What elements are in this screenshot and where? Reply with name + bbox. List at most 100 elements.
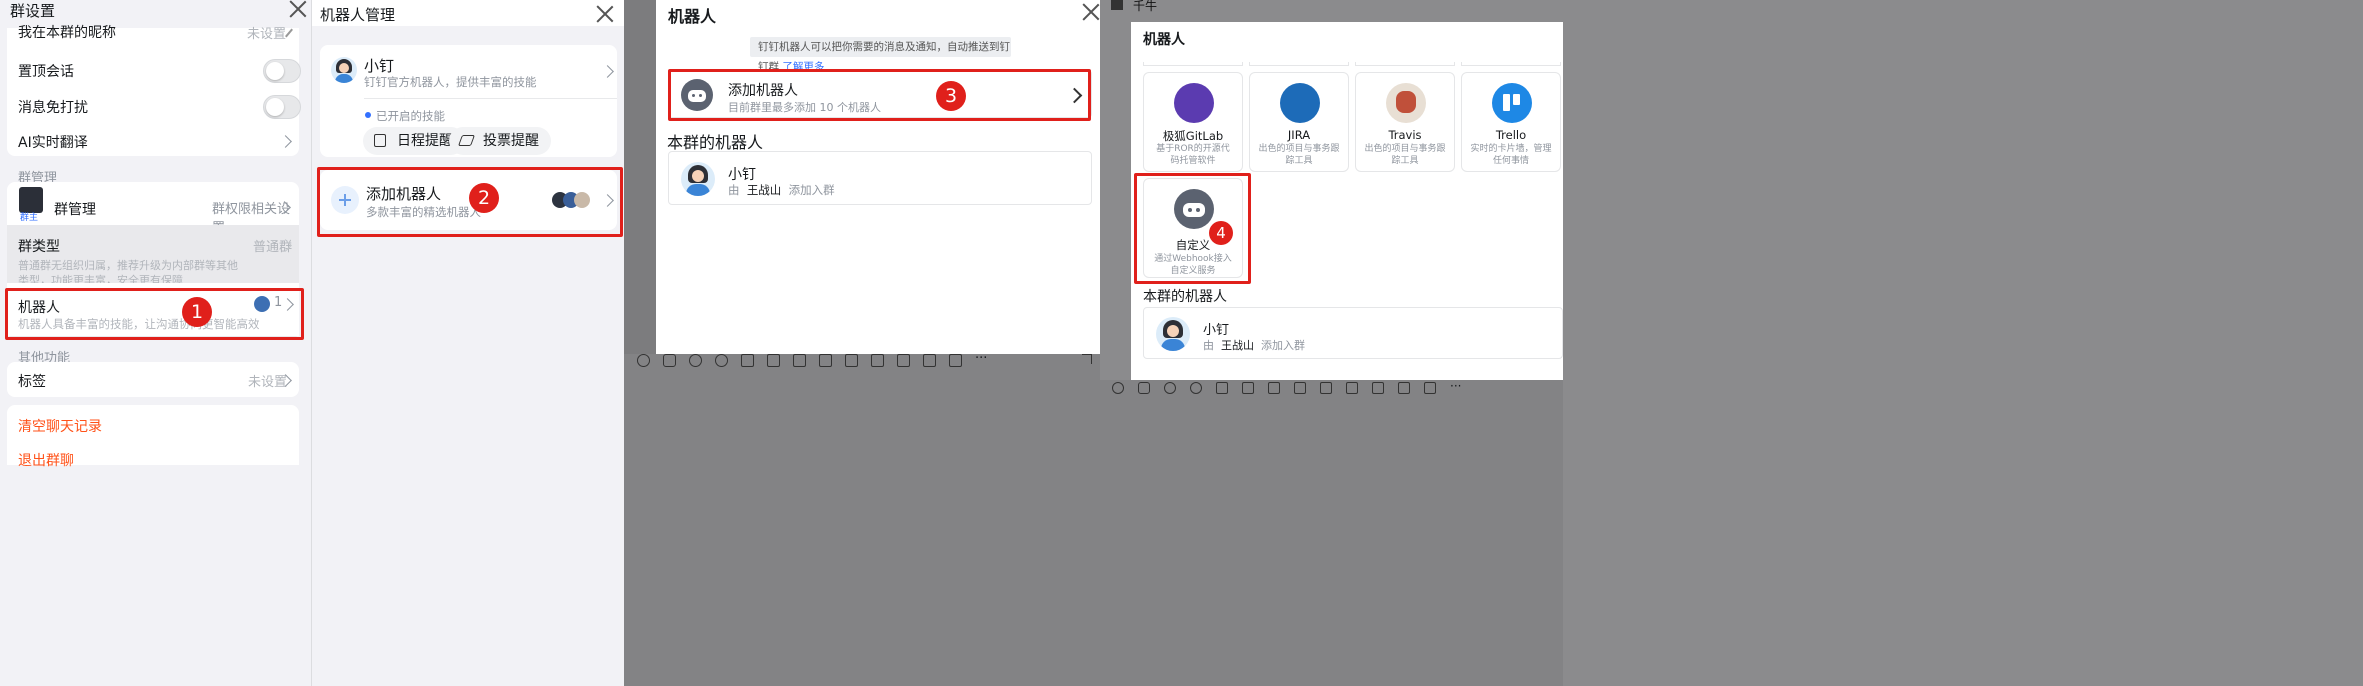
tile-desc: 出色的项目与事务跟踪工具: [1364, 144, 1446, 166]
dialog-title: 机器人: [668, 7, 717, 26]
robot-dialog: 机器人 钉钉机器人可以把你需要的消息及通知，自动推送到钉钉群 了解更多 添加机器…: [656, 0, 1100, 354]
mail-icon[interactable]: [1424, 382, 1436, 394]
video-icon[interactable]: [897, 354, 910, 367]
chat-toolbar: ···: [634, 352, 1094, 372]
live-icon[interactable]: [1398, 382, 1410, 394]
bot-name: 小钉: [728, 167, 756, 183]
image-icon[interactable]: [1242, 382, 1254, 394]
tile-travis[interactable]: Travis 出色的项目与事务跟踪工具: [1355, 72, 1455, 172]
live-icon[interactable]: [923, 354, 936, 367]
group-bot-row[interactable]: 小钉 由 王战山 添加入群: [668, 151, 1092, 205]
scissors-icon[interactable]: [689, 354, 702, 367]
step-badge-1: 1: [182, 297, 212, 327]
bot-meta: 由 王战山 添加入群: [728, 183, 835, 197]
type-label: 群类型: [18, 239, 60, 255]
trello-icon: [1492, 83, 1532, 123]
bot-name: 小钉: [1203, 323, 1230, 338]
enabled-skills-label: 已开启的技能: [376, 109, 445, 123]
file-icon[interactable]: [1268, 382, 1280, 394]
group-settings-panel: 群设置 我在本群的昵称 未设置 置顶会话 消息免打扰 AI实时翻译 群管理 群主…: [0, 0, 311, 686]
more-icon[interactable]: ···: [975, 352, 988, 367]
todo-icon[interactable]: [845, 354, 858, 367]
travis-icon: [1386, 83, 1426, 123]
tile-row-stub: [1143, 62, 1561, 67]
nickname-value[interactable]: 未设置: [247, 23, 286, 42]
vote-icon: [457, 135, 476, 146]
highlight-box-3: [668, 69, 1091, 121]
close-icon[interactable]: [596, 5, 614, 23]
pin-toggle[interactable]: [263, 59, 301, 83]
mail-icon[interactable]: [949, 354, 962, 367]
at-icon[interactable]: [1190, 382, 1202, 394]
input-bar: [624, 354, 1100, 686]
calendar-icon: [374, 134, 386, 147]
bot-card: 小钉 钉钉官方机器人，提供丰富的技能 已开启的技能 日程提醒 投票提醒: [320, 45, 617, 157]
mute-label: 消息免打扰: [18, 100, 88, 116]
flash-icon[interactable]: [871, 354, 884, 367]
emoji-icon[interactable]: [637, 354, 650, 367]
tag-row[interactable]: 标签 未设置: [7, 362, 299, 397]
emoji-icon[interactable]: [1112, 382, 1124, 394]
chat-avatar: [1111, 0, 1123, 10]
tile-jira[interactable]: JIRA 出色的项目与事务跟踪工具: [1249, 72, 1349, 172]
tile-desc: 出色的项目与事务跟踪工具: [1258, 144, 1340, 166]
panel-title: 机器人管理: [320, 6, 396, 24]
todo-icon[interactable]: [1320, 382, 1332, 394]
robot-manage-panel: 机器人管理 小钉 钉钉官方机器人，提供丰富的技能 已开启的技能 日程提醒 投票提…: [311, 0, 625, 686]
group-bot-row[interactable]: 小钉 由 王战山 添加入群: [1143, 307, 1563, 359]
tile-name: Trello: [1495, 128, 1527, 142]
close-icon[interactable]: [1082, 3, 1100, 21]
tag-label: 标签: [18, 374, 46, 390]
notice-bar: 钉钉机器人可以把你需要的消息及通知，自动推送到钉钉群 了解更多: [750, 37, 1011, 73]
divider: [364, 98, 617, 99]
close-icon[interactable]: [289, 0, 307, 18]
jira-icon: [1280, 83, 1320, 123]
dialog-title: 机器人: [1143, 32, 1185, 48]
command-icon[interactable]: [741, 354, 754, 367]
doc-icon[interactable]: [1294, 382, 1306, 394]
more-icon[interactable]: ···: [1450, 380, 1461, 392]
mute-toggle[interactable]: [263, 95, 301, 119]
pencil-icon[interactable]: [285, 28, 293, 38]
command-icon[interactable]: [1216, 382, 1228, 394]
chat-topbar: 千牛: [1100, 0, 1563, 14]
at-icon[interactable]: [715, 354, 728, 367]
like-icon[interactable]: [663, 354, 676, 367]
owner-badge: 群主: [20, 213, 39, 223]
skill-vote[interactable]: 投票提醒: [449, 127, 551, 155]
chat-toolbar-right: ···: [1110, 380, 1510, 396]
tile-trello[interactable]: Trello 实时的卡片墙，管理任何事情: [1461, 72, 1561, 172]
dot-icon: [365, 112, 371, 118]
translate-label[interactable]: AI实时翻译: [18, 132, 88, 152]
file-icon[interactable]: [793, 354, 806, 367]
highlight-box-1: [5, 288, 304, 340]
scissors-icon[interactable]: [1164, 382, 1176, 394]
chat-title: 千牛: [1133, 0, 1158, 13]
tile-name: Travis: [1388, 128, 1422, 142]
video-icon[interactable]: [1372, 382, 1384, 394]
bot-desc: 钉钉官方机器人，提供丰富的技能: [364, 75, 537, 89]
highlight-box-4: [1134, 173, 1251, 284]
tile-desc: 基于ROR的开源代码托管软件: [1156, 144, 1230, 166]
bot-avatar: [681, 162, 715, 196]
robot-market-dialog: 机器人 极狐GitLab 基于ROR的开源代码托管软件 JIRA 出色的项目与事…: [1131, 22, 1563, 380]
image-icon[interactable]: [767, 354, 780, 367]
like-icon[interactable]: [1138, 382, 1150, 394]
tile-gitlab[interactable]: 极狐GitLab 基于ROR的开源代码托管软件: [1143, 72, 1243, 172]
quit-group-button[interactable]: 退出群聊: [18, 450, 74, 470]
chevron-right-icon[interactable]: [601, 65, 614, 78]
tile-desc: 实时的卡片墙，管理任何事情: [1470, 144, 1552, 166]
flash-icon[interactable]: [1346, 382, 1358, 394]
chevron-right-icon[interactable]: [279, 135, 292, 148]
manage-label[interactable]: 群管理: [54, 199, 96, 219]
clear-history-button[interactable]: 清空聊天记录: [18, 416, 102, 436]
doc-icon[interactable]: [819, 354, 832, 367]
pin-label: 置顶会话: [18, 64, 74, 80]
step-badge-3: 3: [936, 81, 966, 111]
tile-name: JIRA: [1287, 128, 1311, 142]
nickname-label: 我在本群的昵称: [18, 25, 116, 41]
expand-icon[interactable]: [1082, 354, 1092, 364]
step-badge-2: 2: [469, 183, 499, 213]
danger-card: 清空聊天记录 退出群聊: [7, 405, 299, 469]
tile-name: 极狐GitLab: [1162, 129, 1224, 143]
